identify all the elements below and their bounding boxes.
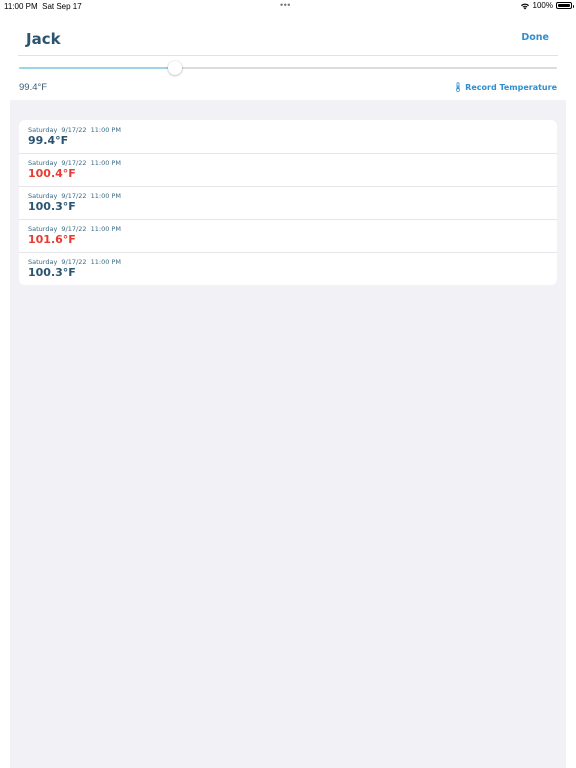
battery-percent: 100%: [532, 1, 553, 10]
reading-temperature: 100.3°F: [28, 200, 76, 213]
reading-date: Saturday 9/17/22 11:00 PM: [28, 126, 121, 134]
reading-temperature: 101.6°F: [28, 233, 76, 246]
header-divider: [18, 55, 558, 56]
status-time-date: 11:00 PM Sat Sep 17: [4, 2, 82, 11]
reading-temperature: 100.3°F: [28, 266, 76, 279]
status-date: Sat Sep 17: [42, 2, 82, 11]
list-item[interactable]: Saturday 9/17/22 11:00 PM 100.3°F: [19, 252, 557, 285]
temperature-slider[interactable]: [19, 61, 557, 75]
thermometer-icon: [456, 82, 461, 92]
list-item[interactable]: Saturday 9/17/22 11:00 PM 100.3°F: [19, 186, 557, 219]
status-indicators: 100%: [520, 1, 574, 10]
list-item[interactable]: Saturday 9/17/22 11:00 PM 101.6°F: [19, 219, 557, 252]
record-temperature-label: Record Temperature: [465, 82, 557, 92]
reading-temperature: 99.4°F: [28, 134, 69, 147]
slider-fill: [19, 67, 176, 69]
page-title: Jack: [26, 30, 61, 48]
list-item[interactable]: Saturday 9/17/22 11:00 PM 99.4°F: [19, 120, 557, 153]
status-time: 11:00 PM: [4, 2, 38, 11]
reading-date: Saturday 9/17/22 11:00 PM: [28, 258, 121, 266]
reading-date: Saturday 9/17/22 11:00 PM: [28, 225, 121, 233]
slider-thumb[interactable]: [168, 61, 183, 75]
status-bar: 11:00 PM Sat Sep 17 ••• 100%: [0, 0, 576, 14]
battery-fill: [558, 4, 570, 7]
multitasking-dots[interactable]: •••: [280, 0, 291, 10]
slider-value: 99.4°F: [19, 82, 48, 93]
done-button[interactable]: Done: [521, 32, 549, 43]
reading-date: Saturday 9/17/22 11:00 PM: [28, 192, 121, 200]
wifi-icon: [520, 3, 529, 9]
temperature-sheet: Jack Done 99.4°F Record Temperature Satu…: [10, 14, 566, 768]
list-item[interactable]: Saturday 9/17/22 11:00 PM 100.4°F: [19, 153, 557, 186]
sheet-header: Jack Done 99.4°F Record Temperature: [10, 14, 566, 100]
battery-icon: [556, 2, 574, 9]
readings-list: Saturday 9/17/22 11:00 PM 99.4°F Saturda…: [19, 120, 557, 285]
reading-temperature: 100.4°F: [28, 167, 76, 180]
record-temperature-button[interactable]: Record Temperature: [455, 82, 557, 92]
reading-date: Saturday 9/17/22 11:00 PM: [28, 159, 121, 167]
